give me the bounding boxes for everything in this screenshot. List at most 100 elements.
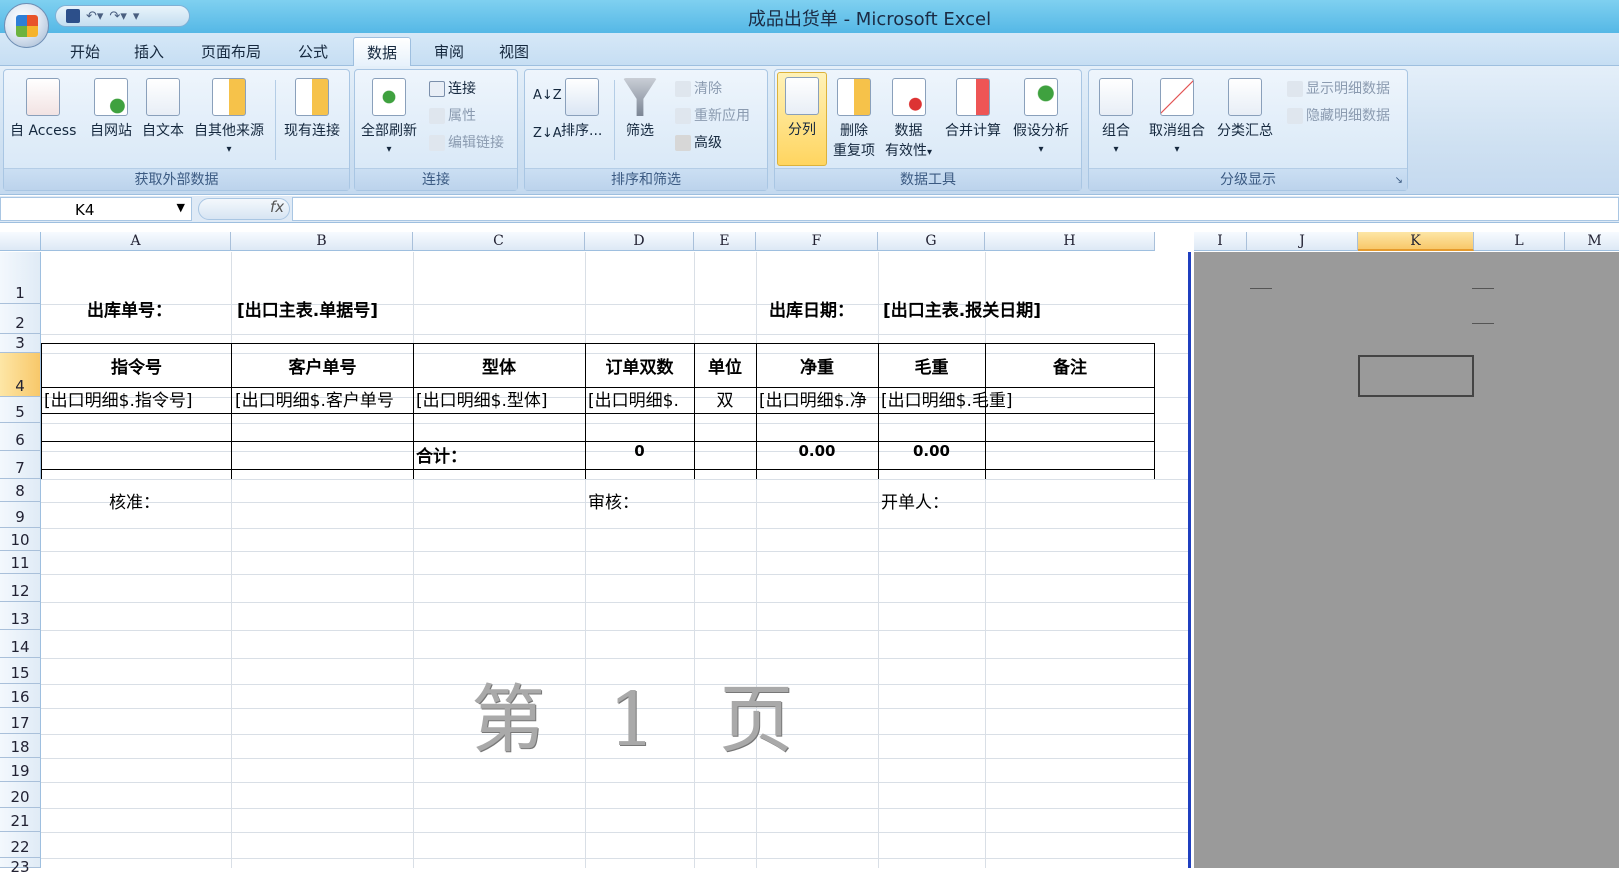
column-header-g[interactable]: G	[878, 232, 985, 251]
reapply-button[interactable]: 重新应用	[675, 105, 750, 125]
refresh-all-button[interactable]: 全部刷新 ▾	[361, 78, 417, 156]
save-icon[interactable]	[66, 9, 80, 23]
ungroup-button[interactable]: 取消组合 ▾	[1149, 78, 1205, 156]
row-header-1[interactable]: 1	[0, 252, 41, 304]
from-access-button[interactable]: 自 Access	[10, 78, 76, 140]
remove-duplicates-button[interactable]: 删除 重复项	[833, 78, 875, 160]
cell-F2[interactable]: 出库日期：	[769, 296, 854, 321]
office-button[interactable]	[4, 3, 49, 48]
select-all-corner[interactable]	[0, 232, 41, 251]
cell-A9[interactable]: 核准：	[109, 488, 160, 513]
undo-icon[interactable]: ↶▾	[86, 9, 103, 24]
column-header-b[interactable]: B	[231, 232, 413, 251]
column-header-h[interactable]: H	[985, 232, 1155, 251]
column-header-c[interactable]: C	[413, 232, 585, 251]
row-header-2[interactable]: 2	[0, 304, 41, 334]
tab-page-layout[interactable]: 页面布局	[193, 37, 269, 67]
cell-D4[interactable]: 订单双数	[585, 353, 694, 378]
clear-button[interactable]: 清除	[675, 78, 722, 98]
row-header-10[interactable]: 10	[0, 528, 41, 551]
tab-data[interactable]: 数据	[353, 37, 411, 67]
cell-G9[interactable]: 开单人：	[881, 488, 949, 513]
from-text-button[interactable]: 自文本	[142, 78, 184, 140]
chevron-down-icon[interactable]: ▼	[177, 201, 185, 214]
row-header-12[interactable]: 12	[0, 574, 41, 602]
cell-F4[interactable]: 净重	[756, 353, 878, 378]
cell-B5[interactable]: [出口明细$.客户单号	[235, 386, 413, 411]
cell-A4[interactable]: 指令号	[41, 353, 232, 378]
row-header-15[interactable]: 15	[0, 658, 41, 684]
cell-H4[interactable]: 备注	[985, 353, 1155, 378]
subtotal-button[interactable]: 分类汇总	[1217, 78, 1273, 140]
cell-C4[interactable]: 型体	[413, 353, 585, 378]
connections-button[interactable]: 连接	[429, 78, 476, 98]
column-header-e[interactable]: E	[694, 232, 756, 251]
data-validation-button[interactable]: 数据 有效性▾	[885, 78, 932, 160]
column-header-m[interactable]: M	[1565, 232, 1619, 251]
cell-B4[interactable]: 客户单号	[232, 353, 413, 378]
cell-B2[interactable]: [出口主表.单据号]	[237, 296, 378, 321]
column-header-a[interactable]: A	[41, 232, 231, 251]
tab-view[interactable]: 视图	[491, 37, 537, 67]
insert-function-icon[interactable]: fx	[270, 198, 284, 216]
cell-D7[interactable]: 0	[585, 442, 694, 460]
row-header-6[interactable]: 6	[0, 423, 41, 451]
row-header-13[interactable]: 13	[0, 602, 41, 630]
filter-button[interactable]: 筛选	[623, 78, 657, 140]
advanced-filter-button[interactable]: 高级	[675, 132, 722, 152]
column-header-j[interactable]: J	[1247, 232, 1358, 251]
cell-A5[interactable]: [出口明细$.指令号]	[44, 386, 232, 411]
row-header-22[interactable]: 22	[0, 832, 41, 858]
non-print-area[interactable]	[1194, 252, 1619, 868]
hide-detail-button[interactable]: 隐藏明细数据	[1287, 105, 1390, 125]
cell-D5[interactable]: [出口明细$.	[588, 386, 694, 411]
cell-E4[interactable]: 单位	[694, 353, 756, 378]
active-cell-K4[interactable]	[1358, 355, 1474, 397]
row-header-18[interactable]: 18	[0, 734, 41, 758]
row-header-3[interactable]: 3	[0, 334, 41, 353]
formula-input[interactable]	[292, 197, 1619, 221]
tab-review[interactable]: 审阅	[426, 37, 472, 67]
row-header-21[interactable]: 21	[0, 808, 41, 832]
what-if-analysis-button[interactable]: 假设分析 ▾	[1013, 78, 1069, 156]
row-header-14[interactable]: 14	[0, 630, 41, 658]
from-other-sources-button[interactable]: 自其他来源 ▾	[194, 78, 264, 156]
row-header-20[interactable]: 20	[0, 782, 41, 808]
sort-descending-button[interactable]: Z↓A	[533, 126, 562, 141]
cell-F5[interactable]: [出口明细$.净	[759, 386, 878, 411]
dialog-launcher-icon[interactable]: ↘	[1395, 175, 1403, 186]
row-header-11[interactable]: 11	[0, 551, 41, 574]
cell-G2[interactable]: [出口主表.报关日期]	[883, 296, 1041, 321]
cell-C7[interactable]: 合计：	[416, 442, 467, 467]
cell-G4[interactable]: 毛重	[878, 353, 985, 378]
edit-links-button[interactable]: 编辑链接	[429, 132, 504, 152]
show-detail-button[interactable]: 显示明细数据	[1287, 78, 1390, 98]
cell-D9[interactable]: 审核：	[588, 488, 639, 513]
column-header-d[interactable]: D	[585, 232, 694, 251]
cell-G5[interactable]: [出口明细$.毛重]	[881, 386, 1061, 411]
row-header-17[interactable]: 17	[0, 708, 41, 734]
row-header-23[interactable]: 23	[0, 858, 41, 876]
cell-C5[interactable]: [出口明细$.型体]	[416, 386, 585, 411]
column-header-k[interactable]: K	[1358, 232, 1474, 251]
row-header-19[interactable]: 19	[0, 758, 41, 782]
from-web-button[interactable]: 自网站	[90, 78, 132, 140]
row-header-7[interactable]: 7	[0, 451, 41, 479]
properties-button[interactable]: 属性	[429, 105, 476, 125]
name-box[interactable]: K4 ▼	[0, 197, 192, 221]
column-header-i[interactable]: I	[1194, 232, 1247, 251]
row-header-5[interactable]: 5	[0, 397, 41, 423]
column-header-f[interactable]: F	[756, 232, 878, 251]
row-header-16[interactable]: 16	[0, 684, 41, 708]
row-header-8[interactable]: 8	[0, 479, 41, 502]
customize-qat-icon[interactable]: ▾	[133, 9, 140, 24]
tab-insert[interactable]: 插入	[126, 37, 172, 67]
tab-formulas[interactable]: 公式	[290, 37, 336, 67]
redo-icon[interactable]: ↷▾	[109, 9, 126, 24]
worksheet-page[interactable]: 出库单号： [出口主表.单据号] 出库日期： [出口主表.报关日期] 指令号 客…	[41, 252, 1191, 868]
column-header-l[interactable]: L	[1474, 232, 1565, 251]
cell-E5[interactable]: 双	[694, 386, 756, 411]
row-header-9[interactable]: 9	[0, 502, 41, 528]
sort-button[interactable]: 排序...	[561, 78, 602, 140]
existing-connections-button[interactable]: 现有连接	[284, 78, 340, 140]
